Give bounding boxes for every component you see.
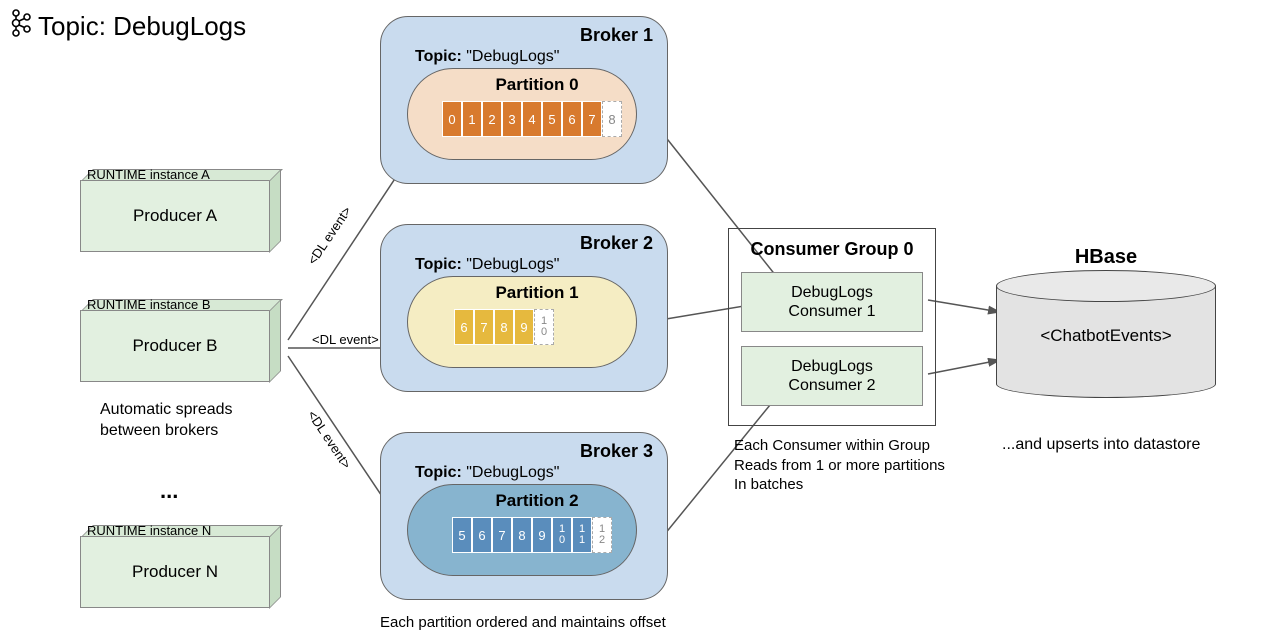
broker-1: Broker 1 Topic: "DebugLogs" Partition 0 …: [380, 16, 668, 184]
broker-1-topic: Topic: "DebugLogs": [415, 48, 653, 66]
broker-2-title: Broker 2: [395, 233, 653, 254]
partition-0: Partition 0 0 1 2 3 4 5 6 7 8: [407, 68, 637, 160]
broker-3: Broker 3 Topic: "DebugLogs" Partition 2 …: [380, 432, 668, 600]
partition-0-offsets: 0 1 2 3 4 5 6 7 8: [438, 101, 626, 137]
runtime-label-n: RUNTIME instance N: [87, 523, 211, 538]
producer-b: RUNTIME instance B Producer B: [80, 310, 270, 382]
consumer-1: DebugLogsConsumer 1: [741, 272, 923, 332]
producer-n: RUNTIME instance N Producer N: [80, 536, 270, 608]
producer-a-name: Producer A: [81, 181, 269, 251]
partition-2: Partition 2 5 6 7 8 9 10 11 12: [407, 484, 637, 576]
partition-2-offsets: 5 6 7 8 9 10 11 12: [438, 517, 626, 553]
broker-1-title: Broker 1: [395, 25, 653, 46]
runtime-label-a: RUNTIME instance A: [87, 167, 210, 182]
topic-header: Topic: DebugLogs: [8, 8, 246, 45]
arrow-label-3: <DL event>: [304, 408, 354, 472]
producer-a: RUNTIME instance A Producer A: [80, 180, 270, 252]
partition-note: Each partition ordered and maintains off…: [380, 614, 666, 631]
producer-n-name: Producer N: [81, 537, 269, 607]
runtime-label-b: RUNTIME instance B: [87, 297, 211, 312]
hbase-datastore: HBase <ChatbotEvents>: [996, 270, 1216, 398]
partition-1-offsets: 6 7 8 9 10: [454, 309, 626, 345]
hbase-note: ...and upserts into datastore: [1002, 436, 1200, 454]
consumer-2: DebugLogsConsumer 2: [741, 346, 923, 406]
producers-ellipsis: ...: [160, 478, 178, 504]
broker-2: Broker 2 Topic: "DebugLogs" Partition 1 …: [380, 224, 668, 392]
spread-note: Automatic spreads between brokers: [100, 400, 233, 442]
kafka-icon: [8, 8, 32, 45]
consumer-note: Each Consumer within Group Reads from 1 …: [734, 436, 945, 495]
partition-1: Partition 1 6 7 8 9 10: [407, 276, 637, 368]
topic-title-text: Topic: DebugLogs: [38, 11, 246, 42]
arrow-label-2: <DL event>: [312, 332, 379, 347]
hbase-title: HBase: [996, 246, 1216, 269]
producer-b-name: Producer B: [81, 311, 269, 381]
consumer-group-title: Consumer Group 0: [741, 239, 923, 260]
hbase-table: <ChatbotEvents>: [996, 326, 1216, 346]
broker-3-title: Broker 3: [395, 441, 653, 462]
arrow-label-1: <DL event>: [304, 204, 354, 268]
consumer-group-0: Consumer Group 0 DebugLogsConsumer 1 Deb…: [728, 228, 936, 426]
broker-2-topic: Topic: "DebugLogs": [415, 256, 653, 274]
broker-3-topic: Topic: "DebugLogs": [415, 464, 653, 482]
